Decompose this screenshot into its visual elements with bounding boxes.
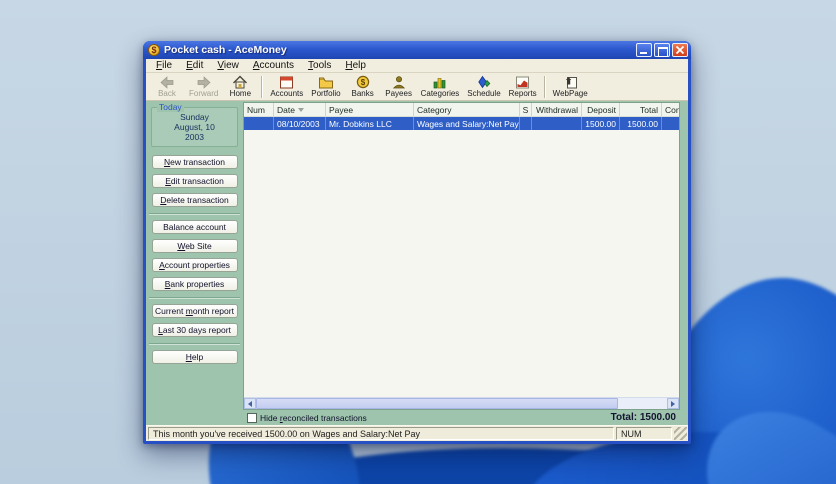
- cell-num: [244, 117, 274, 130]
- toolbar-separator: [261, 75, 264, 98]
- close-x-icon: [675, 45, 685, 55]
- cell-comment: [662, 117, 679, 130]
- column-header-num[interactable]: Num: [244, 103, 274, 116]
- payees-button[interactable]: Payees: [381, 74, 417, 100]
- column-header-payee[interactable]: Payee: [326, 103, 414, 116]
- hide-reconciled-label[interactable]: Hide reconciled transactions: [260, 413, 611, 423]
- maximize-button[interactable]: [654, 43, 670, 57]
- sort-indicator-icon: [297, 107, 304, 112]
- portfolio-folder-icon: [318, 75, 334, 89]
- cell-withdrawal: [532, 117, 582, 130]
- forward-button[interactable]: Forward: [185, 74, 222, 100]
- last-30-days-report-button[interactable]: Last 30 days report: [151, 323, 238, 337]
- schedule-button[interactable]: Schedule: [463, 74, 504, 100]
- transaction-row-selected[interactable]: 08/10/2003 Mr. Dobkins LLC Wages and Sal…: [244, 117, 679, 130]
- minimize-button[interactable]: [636, 43, 652, 57]
- column-header-deposit[interactable]: Deposit: [582, 103, 620, 116]
- status-bar: This month you've received 1500.00 on Wa…: [146, 425, 688, 441]
- home-icon: [232, 75, 248, 89]
- scroll-right-button[interactable]: [667, 398, 679, 409]
- portfolio-button[interactable]: Portfolio: [307, 74, 344, 100]
- scroll-left-button[interactable]: [244, 398, 256, 409]
- today-month-day: August, 10: [174, 122, 215, 132]
- list-header-row: Num Date Payee Category S Withdrawal Dep…: [244, 103, 679, 117]
- column-header-s[interactable]: S: [520, 103, 532, 116]
- today-label: Today: [157, 102, 184, 112]
- scrollbar-track[interactable]: [256, 398, 667, 409]
- toolbar: Back Forward Home Accounts Portfolio $ B…: [146, 73, 688, 101]
- webpage-button[interactable]: WebPage: [549, 74, 592, 100]
- edit-transaction-button[interactable]: Edit transaction: [151, 174, 238, 188]
- resize-grip[interactable]: [674, 427, 687, 440]
- list-footer-row: Hide reconciled transactions Total: 1500…: [243, 410, 680, 425]
- cell-category: Wages and Salary:Net Pay: [414, 117, 520, 130]
- scroll-left-arrow-icon: [248, 400, 252, 407]
- cell-payee: Mr. Dobkins LLC: [326, 117, 414, 130]
- today-date-box: Today Sunday August, 10 2003: [151, 102, 238, 147]
- sidebar: Today Sunday August, 10 2003 New transac…: [146, 101, 243, 425]
- column-header-comment[interactable]: Con: [662, 103, 679, 116]
- sidebar-group-separator: [149, 297, 240, 299]
- column-header-date[interactable]: Date: [274, 103, 326, 116]
- horizontal-scrollbar[interactable]: [244, 397, 679, 409]
- close-button[interactable]: [672, 43, 688, 57]
- acemoney-window: $ Pocket cash - AceMoney File Edit View …: [143, 41, 691, 444]
- status-message: This month you've received 1500.00 on Wa…: [148, 427, 614, 440]
- bank-properties-button[interactable]: Bank properties: [151, 277, 238, 291]
- toolbar-separator: [543, 75, 546, 98]
- hide-reconciled-checkbox[interactable]: [247, 412, 257, 423]
- delete-transaction-button[interactable]: Delete transaction: [151, 193, 238, 207]
- sidebar-group-separator: [149, 343, 240, 345]
- cell-s: [520, 117, 532, 130]
- payees-person-icon: [392, 75, 406, 89]
- web-site-button[interactable]: Web Site: [151, 239, 238, 253]
- categories-barchart-icon: [432, 75, 447, 89]
- today-weekday: Sunday: [180, 112, 209, 122]
- cell-deposit: 1500.00: [582, 117, 620, 130]
- scrollbar-thumb[interactable]: [256, 398, 618, 409]
- cell-total: 1500.00: [620, 117, 662, 130]
- account-properties-button[interactable]: Account properties: [151, 258, 238, 272]
- reports-chart-icon: [515, 75, 530, 89]
- categories-button[interactable]: Categories: [417, 74, 464, 100]
- column-header-category[interactable]: Category: [414, 103, 520, 116]
- back-arrow-icon: [159, 75, 175, 89]
- accounts-icon: [279, 75, 294, 89]
- today-year: 2003: [185, 132, 204, 142]
- banks-coin-icon: $: [356, 75, 370, 89]
- list-empty-area[interactable]: [244, 130, 679, 397]
- menu-help[interactable]: Help: [339, 60, 372, 71]
- current-month-report-button[interactable]: Current month report: [151, 304, 238, 318]
- transaction-list: Num Date Payee Category S Withdrawal Dep…: [243, 102, 680, 410]
- menu-bar: File Edit View Accounts Tools Help: [146, 59, 688, 73]
- svg-text:$: $: [360, 78, 365, 87]
- column-header-withdrawal[interactable]: Withdrawal: [532, 103, 582, 116]
- title-bar[interactable]: $ Pocket cash - AceMoney: [143, 41, 691, 59]
- menu-edit[interactable]: Edit: [180, 60, 209, 71]
- app-dollar-icon[interactable]: $: [148, 44, 160, 56]
- menu-accounts[interactable]: Accounts: [247, 60, 300, 71]
- cell-date: 08/10/2003: [274, 117, 326, 130]
- sidebar-group-separator: [149, 213, 240, 215]
- help-button[interactable]: Help: [151, 350, 238, 364]
- new-transaction-button[interactable]: New transaction: [151, 155, 238, 169]
- column-header-total[interactable]: Total: [620, 103, 662, 116]
- total-amount: Total: 1500.00: [610, 412, 676, 423]
- reports-button[interactable]: Reports: [505, 74, 541, 100]
- back-button[interactable]: Back: [149, 74, 185, 100]
- menu-view[interactable]: View: [211, 60, 245, 71]
- webpage-icon: [563, 75, 578, 89]
- balance-account-button[interactable]: Balance account: [151, 220, 238, 234]
- banks-button[interactable]: $ Banks: [345, 74, 381, 100]
- window-title: Pocket cash - AceMoney: [164, 44, 287, 56]
- menu-file[interactable]: File: [150, 60, 178, 71]
- menu-tools[interactable]: Tools: [302, 60, 337, 71]
- accounts-button[interactable]: Accounts: [266, 74, 307, 100]
- home-button[interactable]: Home: [222, 74, 258, 100]
- schedule-icon: [476, 75, 491, 89]
- forward-arrow-icon: [196, 75, 212, 89]
- num-lock-indicator: NUM: [616, 427, 672, 440]
- scroll-right-arrow-icon: [671, 400, 675, 407]
